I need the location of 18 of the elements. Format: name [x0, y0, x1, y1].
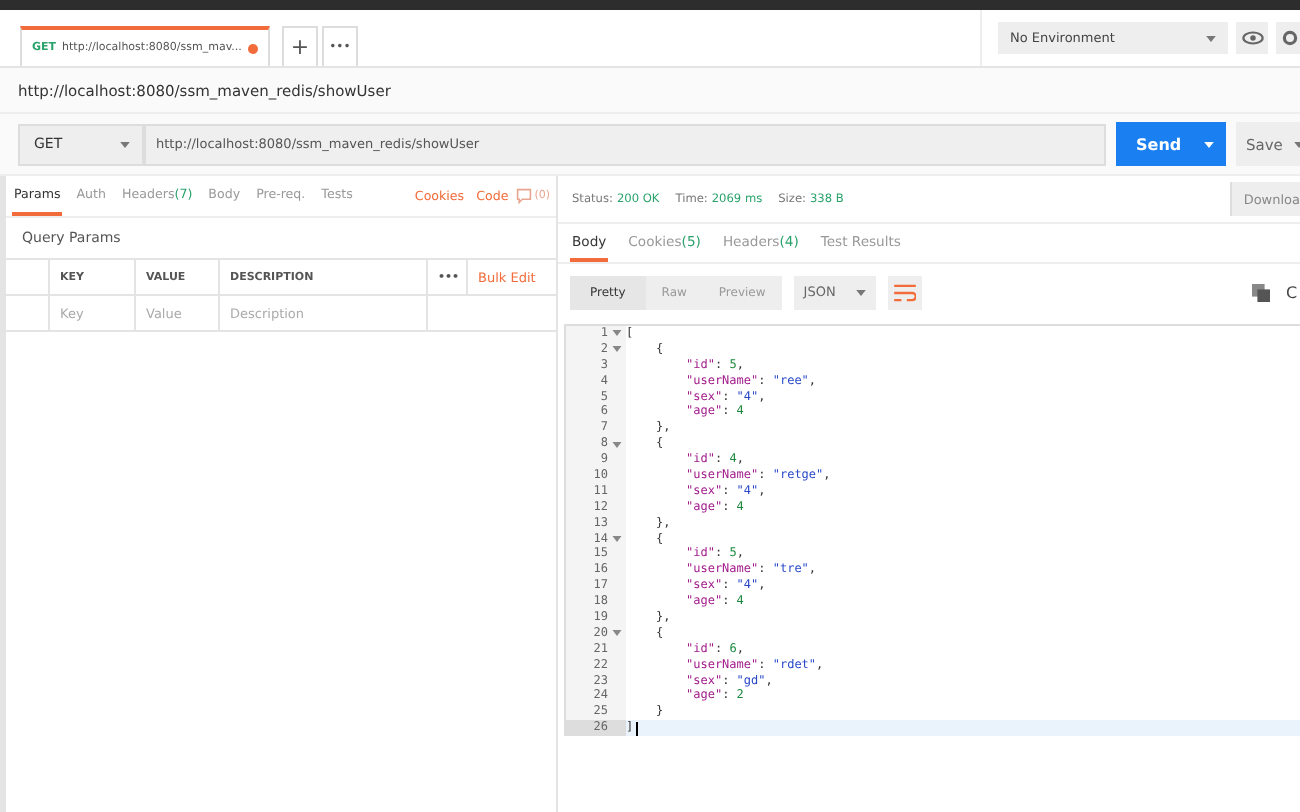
send-button[interactable]: Send [1116, 122, 1226, 166]
eye-icon[interactable] [1236, 22, 1268, 54]
fold-caret-icon[interactable] [612, 630, 622, 637]
fold-caret-icon[interactable] [612, 330, 622, 337]
settings-icon[interactable] [1276, 22, 1300, 54]
caret-icon [855, 289, 866, 295]
caret-icon [120, 141, 130, 147]
fold-caret-icon[interactable] [612, 441, 622, 448]
copy-icon[interactable] [1252, 283, 1270, 301]
fold-caret-icon[interactable] [612, 346, 622, 353]
caret-icon [1204, 141, 1214, 147]
wrap-lines-button[interactable] [887, 275, 922, 309]
new-tab-button[interactable]: + [281, 26, 318, 66]
toolbar-label: C [1286, 283, 1300, 301]
caret-icon [1206, 35, 1216, 41]
wrap-lines-icon [893, 283, 916, 301]
fold-caret-icon[interactable] [612, 536, 622, 543]
comment-icon[interactable] [516, 188, 533, 204]
